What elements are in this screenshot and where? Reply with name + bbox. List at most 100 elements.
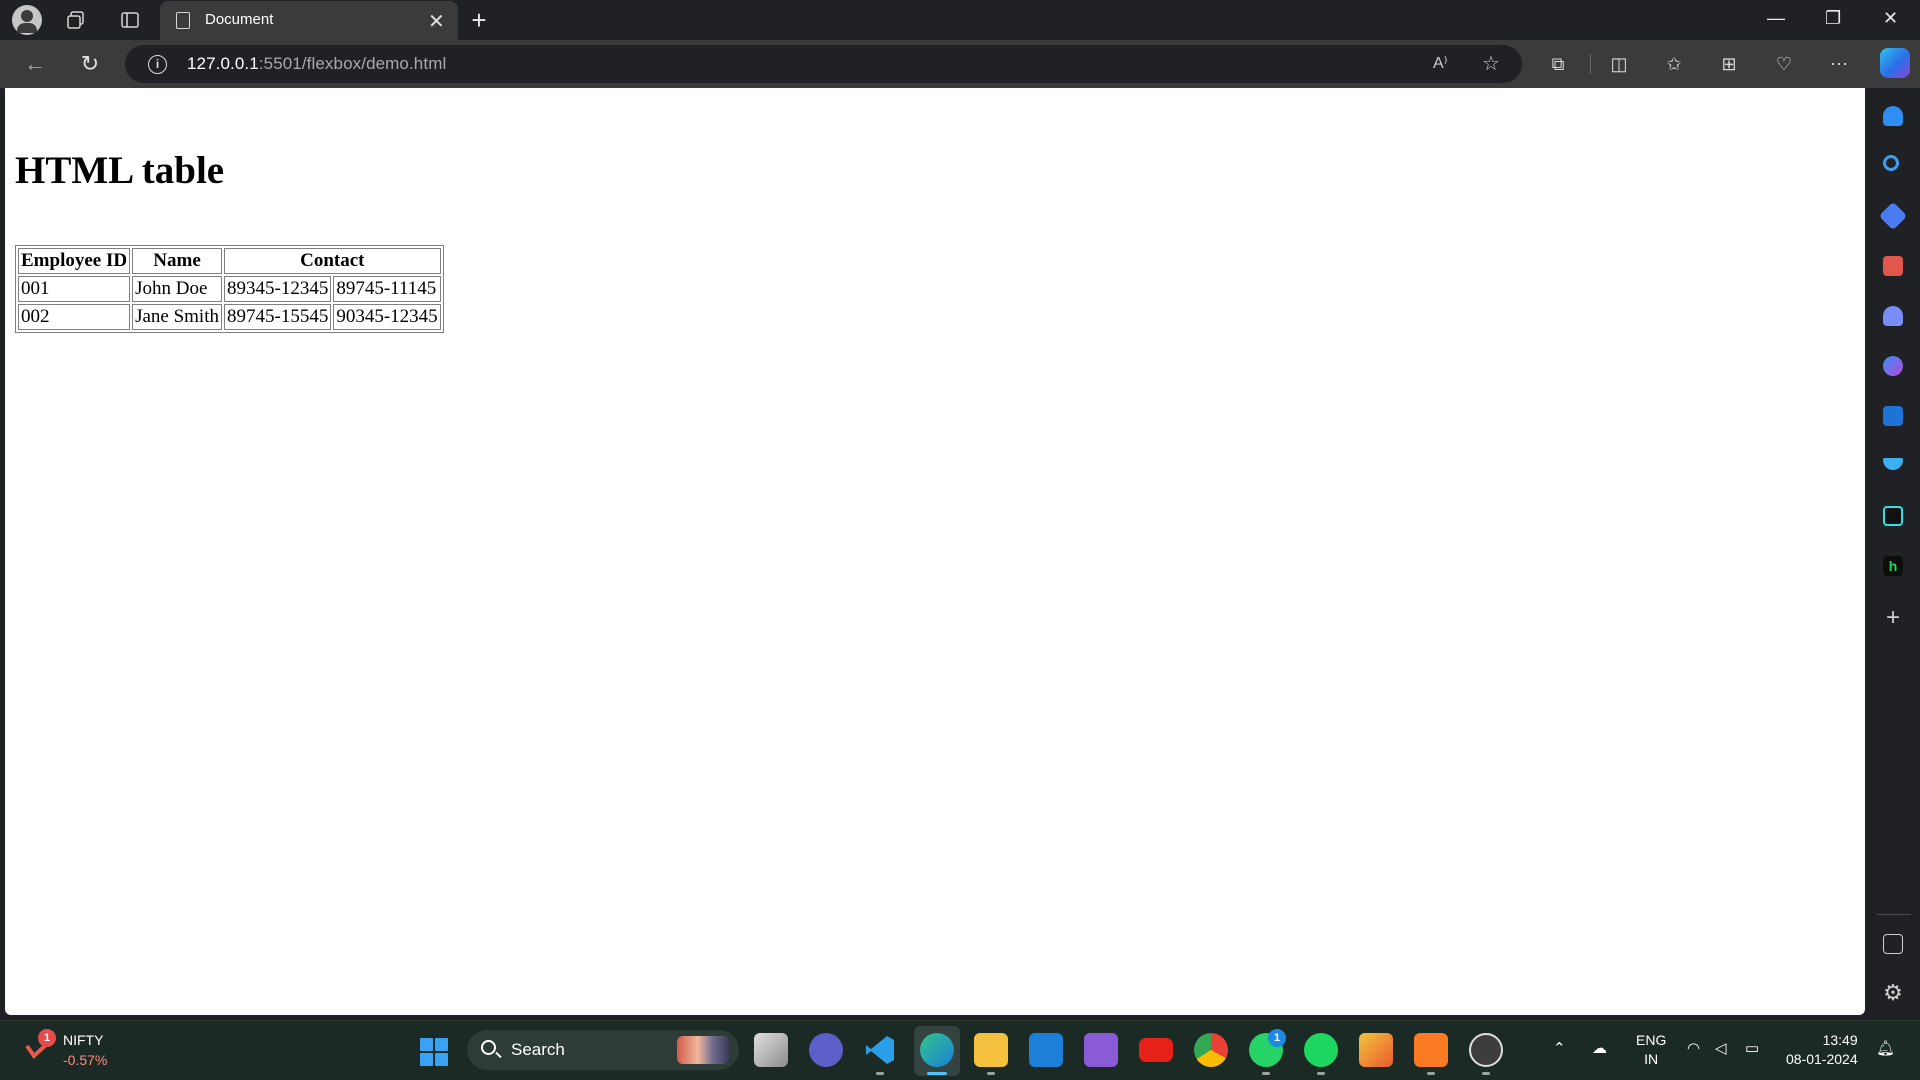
column-header: Employee ID	[18, 248, 131, 274]
active-tab[interactable]: Document ✕	[160, 1, 458, 40]
vscode-icon[interactable]	[863, 1033, 897, 1067]
media-player-icon[interactable]	[1469, 1033, 1503, 1067]
sidebar-divider	[1877, 914, 1911, 915]
tab-title: Document	[205, 11, 274, 28]
table-row: 002 Jane Smith 89745-15545 90345-12345	[18, 304, 441, 330]
onedrive-icon[interactable]: ☁	[1592, 1039, 1607, 1057]
active-indicator	[927, 1072, 947, 1075]
search-icon	[481, 1040, 496, 1055]
browser-essentials-icon[interactable]: ♡	[1771, 51, 1797, 77]
file-explorer-icon[interactable]	[974, 1033, 1008, 1067]
clock[interactable]: 13:49 08-01-2024	[1786, 1031, 1858, 1069]
table-cell: 89745-11145	[333, 276, 441, 302]
table-cell: John Doe	[132, 276, 222, 302]
teams-chat-icon[interactable]	[809, 1033, 843, 1067]
wifi-icon[interactable]: ◠	[1687, 1039, 1700, 1057]
xampp-icon[interactable]	[1414, 1033, 1448, 1067]
refresh-icon[interactable]: ↻	[76, 50, 104, 78]
table-cell: 89745-15545	[224, 304, 332, 330]
split-screen-icon[interactable]: ◫	[1606, 51, 1632, 77]
widget-badge: 1	[38, 1029, 56, 1047]
navigation-bar: ← ↻ i 127.0.0.1:5501/flexbox/demo.html A…	[0, 40, 1920, 88]
edge-sidebar: h + ⚙	[1865, 88, 1920, 1015]
whatsapp-badge: 1	[1268, 1029, 1286, 1047]
lang-line1: ENG	[1636, 1032, 1667, 1048]
profile-icon[interactable]	[12, 5, 42, 35]
ticker-change: -0.57%	[63, 1052, 108, 1068]
settings-icon[interactable]: ⚙	[1883, 982, 1903, 1004]
search-icon[interactable]	[1883, 155, 1899, 171]
lang-line2: IN	[1644, 1051, 1659, 1067]
table-row: 001 John Doe 89345-12345 89745-11145	[18, 276, 441, 302]
address-bar[interactable]: i 127.0.0.1:5501/flexbox/demo.html A⁾ ☆	[125, 45, 1522, 83]
outlook-icon[interactable]	[1883, 406, 1903, 426]
minimize-icon[interactable]: —	[1767, 8, 1785, 29]
restore-icon[interactable]: ❐	[1825, 8, 1841, 29]
hide-sidebar-icon[interactable]	[1883, 934, 1903, 954]
start-icon[interactable]	[420, 1038, 448, 1066]
more-icon[interactable]: ⋯	[1826, 51, 1852, 77]
back-icon[interactable]: ←	[21, 50, 49, 78]
taskbar: 1 NIFTY -0.57% Search 1 ⌃ ☁ ENG IN ◠ ◁ ▭…	[0, 1020, 1920, 1080]
spotify-icon[interactable]	[1304, 1033, 1338, 1067]
running-indicator	[987, 1072, 995, 1075]
table-cell: 89345-12345	[224, 276, 332, 302]
task-view-icon[interactable]	[754, 1033, 788, 1067]
add-icon[interactable]: +	[1883, 606, 1903, 630]
close-tab-icon[interactable]: ✕	[428, 9, 445, 34]
youtube-icon[interactable]	[1139, 1038, 1173, 1062]
search-label: Search	[511, 1040, 565, 1059]
url-text[interactable]: 127.0.0.1:5501/flexbox/demo.html	[187, 54, 446, 74]
running-indicator	[1317, 1072, 1325, 1075]
table-cell: 001	[18, 276, 131, 302]
employee-table: Employee ID Name Contact 001 John Doe 89…	[15, 245, 444, 333]
drop-icon[interactable]	[1883, 458, 1903, 470]
new-tab-icon[interactable]: +	[465, 6, 493, 34]
column-header: Name	[132, 248, 222, 274]
tab-actions-icon[interactable]	[116, 6, 144, 34]
ticker-name[interactable]: NIFTY	[63, 1032, 103, 1048]
running-indicator	[876, 1072, 884, 1075]
page-viewport: HTML table Employee ID Name Contact 001 …	[5, 88, 1865, 1015]
page-title: HTML table	[15, 149, 225, 192]
battery-icon[interactable]: ▭	[1745, 1039, 1759, 1057]
site-info-icon[interactable]: i	[148, 55, 167, 74]
collections-icon[interactable]: ⊞	[1716, 51, 1742, 77]
notifications-icon[interactable]	[1883, 106, 1903, 126]
running-indicator	[1427, 1072, 1435, 1075]
search-highlight-image	[677, 1036, 729, 1064]
document-icon	[176, 12, 190, 29]
snipping-tool-icon[interactable]	[1359, 1033, 1393, 1067]
mail-icon[interactable]	[1029, 1033, 1063, 1067]
table-header-row: Employee ID Name Contact	[18, 248, 441, 274]
favorites-icon[interactable]: ✩	[1661, 51, 1687, 77]
chrome-icon[interactable]	[1194, 1033, 1228, 1067]
clock-time: 13:49	[1822, 1032, 1858, 1048]
workspaces-icon[interactable]	[62, 6, 90, 34]
edge-icon[interactable]	[920, 1033, 954, 1067]
toolbar-divider	[1590, 54, 1591, 74]
extensions-icon[interactable]: ⧉	[1545, 51, 1571, 77]
read-aloud-icon[interactable]: A⁾	[1433, 53, 1448, 73]
show-hidden-icons-icon[interactable]: ⌃	[1553, 1039, 1566, 1057]
games-icon[interactable]	[1883, 306, 1903, 326]
column-header: Contact	[224, 248, 441, 274]
notification-bell-icon[interactable]: 🔔︎	[1876, 1039, 1895, 1057]
h-app-icon[interactable]: h	[1883, 556, 1903, 576]
favorite-star-icon[interactable]: ☆	[1482, 51, 1500, 76]
shopping-icon[interactable]	[1878, 201, 1908, 231]
clock-date: 08-01-2024	[1786, 1051, 1858, 1067]
taskbar-search[interactable]: Search	[467, 1030, 739, 1070]
table-cell: 002	[18, 304, 131, 330]
volume-icon[interactable]: ◁	[1715, 1039, 1727, 1057]
tools-icon[interactable]	[1883, 256, 1903, 276]
input-language[interactable]: ENG IN	[1636, 1031, 1666, 1069]
visual-studio-icon[interactable]	[1084, 1033, 1118, 1067]
copilot-icon[interactable]	[1880, 48, 1910, 78]
microsoft-365-icon[interactable]	[1883, 356, 1903, 376]
tiktok-icon[interactable]	[1883, 506, 1903, 526]
table-cell: 90345-12345	[333, 304, 441, 330]
close-window-icon[interactable]: ✕	[1883, 8, 1898, 29]
title-bar: Document ✕ + — ❐ ✕	[0, 0, 1920, 40]
running-indicator	[1482, 1072, 1490, 1075]
